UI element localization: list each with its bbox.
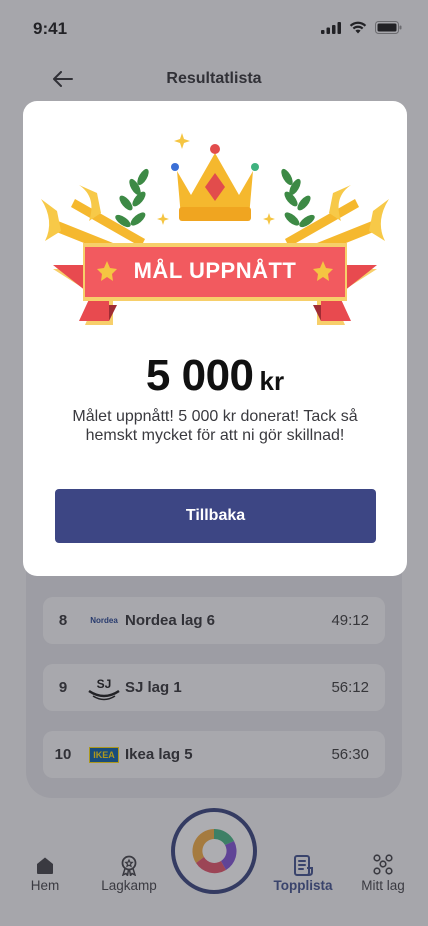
goal-badge-illustration [41,133,389,325]
goal-reached-modal: MÅL UPPNÅTT 5 000 kr Målet uppnått! 5 000… [23,101,407,576]
amount-value: 5 000 [145,351,254,400]
thank-you-message: Målet uppnått! 5 000 kr donerat! Tack så… [72,408,358,444]
donation-amount: 5 000 kr [23,351,407,401]
tillbaka-button[interactable]: Tillbaka [55,489,376,543]
amount-currency: kr [259,366,285,396]
badge-title: MÅL UPPNÅTT [133,258,297,283]
